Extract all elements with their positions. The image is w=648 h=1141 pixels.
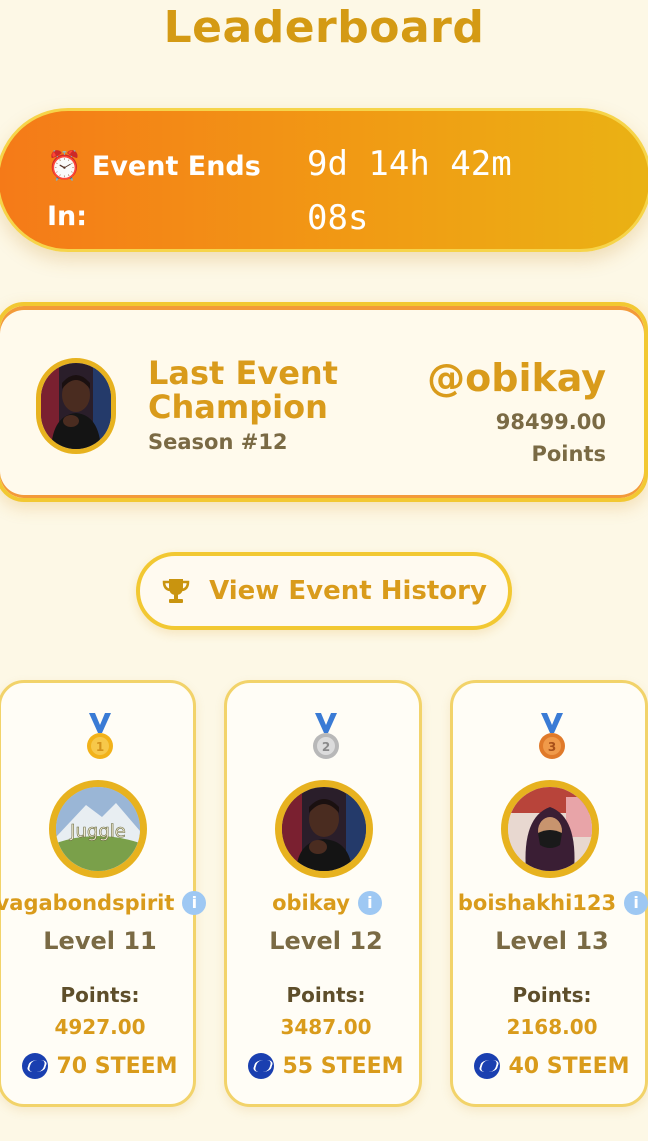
svg-text:Juggle: Juggle bbox=[69, 821, 126, 842]
steem-reward: 70 STEEM bbox=[1, 1053, 199, 1079]
svg-text:2: 2 bbox=[322, 740, 330, 754]
info-icon[interactable]: i bbox=[182, 891, 207, 915]
countdown-line-2: 08s bbox=[307, 198, 369, 238]
steem-reward: 40 STEEM bbox=[453, 1053, 648, 1079]
steem-icon bbox=[474, 1053, 501, 1079]
user-avatar[interactable] bbox=[501, 780, 599, 878]
page-title: Leaderboard bbox=[163, 2, 485, 53]
info-icon[interactable]: i bbox=[357, 891, 382, 915]
info-icon[interactable]: i bbox=[624, 891, 648, 915]
user-name[interactable]: boishakhi123 i bbox=[443, 891, 648, 915]
silver-medal-icon: 2 bbox=[313, 713, 339, 759]
view-event-history-label: View Event History bbox=[209, 576, 487, 606]
alarm-clock-icon: ⏰ bbox=[47, 149, 82, 182]
user-level: Level 11 bbox=[43, 927, 157, 955]
champion-title: Last Event Champion bbox=[148, 354, 338, 426]
steem-reward: 55 STEEM bbox=[227, 1053, 425, 1079]
bronze-medal-icon: 3 bbox=[539, 713, 565, 759]
champion-avatar[interactable] bbox=[36, 358, 116, 454]
podium-card-1[interactable]: 1 Juggle vagabondspirit i Level 11 Points… bbox=[0, 680, 207, 1107]
points-label: Points: bbox=[286, 983, 366, 1007]
user-avatar[interactable] bbox=[275, 780, 373, 878]
countdown-label: ⏰ Event Ends In: bbox=[47, 141, 287, 242]
svg-text:1: 1 bbox=[96, 740, 104, 754]
countdown-value: 9d 14h 42m 08s bbox=[307, 137, 607, 245]
view-event-history-button[interactable]: View Event History bbox=[136, 552, 512, 630]
points-value: 2168.00 bbox=[506, 1015, 598, 1039]
champion-points-value: 98499.00 bbox=[495, 410, 606, 434]
champion-username[interactable]: @obikay bbox=[427, 356, 606, 400]
user-level: Level 13 bbox=[495, 927, 609, 955]
trophy-icon bbox=[162, 579, 190, 603]
user-name[interactable]: obikay i bbox=[217, 891, 437, 915]
countdown-line-1: 9d 14h 42m bbox=[307, 144, 512, 184]
event-countdown-banner: ⏰ Event Ends In: 9d 14h 42m 08s bbox=[0, 108, 648, 252]
champion-season: Season #12 bbox=[148, 430, 288, 454]
points-value: 4927.00 bbox=[54, 1015, 146, 1039]
steem-icon bbox=[248, 1053, 275, 1079]
points-label: Points: bbox=[60, 983, 140, 1007]
user-avatar[interactable]: Juggle bbox=[49, 780, 147, 878]
points-label: Points: bbox=[512, 983, 592, 1007]
podium-card-2[interactable]: 2 obikay i Level 12 Points: 3487.00 55 ST… bbox=[224, 680, 422, 1107]
user-name[interactable]: vagabondspirit i bbox=[0, 891, 211, 915]
points-value: 3487.00 bbox=[280, 1015, 372, 1039]
gold-medal-icon: 1 bbox=[87, 713, 113, 759]
steem-icon bbox=[22, 1053, 49, 1079]
podium-card-3[interactable]: 3 boishakhi123 i Level 13 Points: 2168.00… bbox=[450, 680, 648, 1107]
champion-points-label: Points bbox=[531, 442, 606, 466]
svg-text:3: 3 bbox=[548, 740, 556, 754]
champion-card: Last Event Champion Season #12 @obikay 9… bbox=[0, 302, 648, 502]
user-level: Level 12 bbox=[269, 927, 383, 955]
champion-points: 98499.00 Points bbox=[496, 406, 606, 470]
